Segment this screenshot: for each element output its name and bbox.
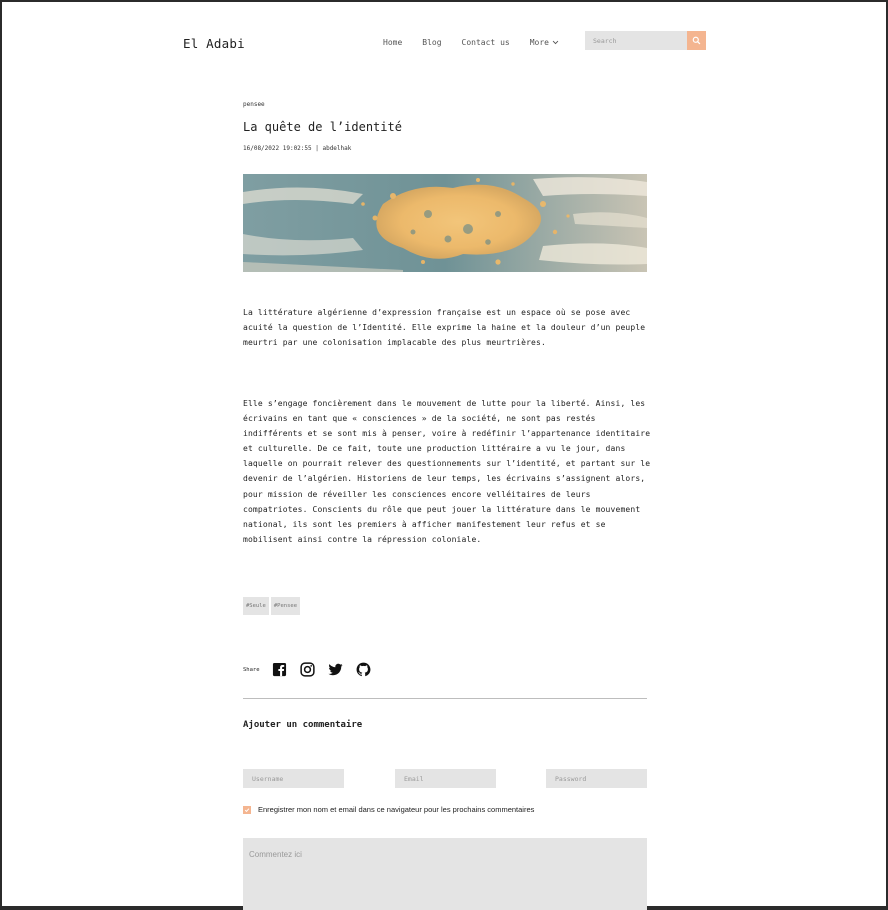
search-icon	[692, 36, 701, 45]
share-bar: Share	[243, 662, 384, 677]
tag-pensee[interactable]: #Pensee	[270, 597, 301, 615]
tag-list: #Seule #Pensee	[243, 597, 301, 615]
comment-textarea[interactable]	[243, 838, 647, 910]
nav-link-home[interactable]: Home	[383, 38, 402, 47]
article-paragraph: La littérature algérienne d’expression f…	[243, 308, 646, 348]
nav-more-dropdown[interactable]: More	[530, 38, 559, 47]
nav-more-label: More	[529, 38, 549, 47]
remember-me-checkbox[interactable]	[243, 805, 251, 814]
navbar: El Adabi Home Blog Contact us More	[2, 2, 886, 84]
section-divider	[243, 698, 647, 699]
article-category[interactable]: pensee	[243, 101, 265, 108]
comment-heading: Ajouter un commentaire	[243, 720, 363, 730]
nav-link-blog[interactable]: Blog	[422, 38, 441, 47]
share-label: Share	[243, 666, 260, 673]
article-meta: 16/08/2022 19:02:55 | abdelhak	[243, 145, 352, 152]
username-field[interactable]	[243, 769, 344, 788]
article-hero-image	[243, 174, 647, 272]
search-input[interactable]	[585, 31, 687, 50]
email-field[interactable]	[395, 769, 496, 788]
instagram-icon[interactable]	[299, 662, 315, 677]
brand-logo[interactable]: El Adabi	[183, 36, 245, 51]
search-box	[585, 31, 706, 50]
search-button[interactable]	[687, 31, 706, 50]
twitter-icon[interactable]	[328, 662, 343, 677]
nav-links: Home Blog Contact us More	[383, 38, 579, 47]
facebook-icon[interactable]	[272, 662, 287, 677]
password-field[interactable]	[546, 769, 647, 788]
remember-me-label: Enregistrer mon nom et email dans ce nav…	[258, 805, 535, 814]
article-title: La quête de l’identité	[243, 120, 402, 134]
remember-me-row: Enregistrer mon nom et email dans ce nav…	[243, 805, 534, 814]
nav-link-contact[interactable]: Contact us	[462, 38, 510, 47]
article-paragraph: Elle s’engage foncièrement dans le mouve…	[243, 399, 651, 544]
checkmark-icon	[244, 807, 250, 812]
github-icon[interactable]	[356, 662, 371, 677]
chevron-down-icon	[552, 40, 559, 45]
tag-seule[interactable]: #Seule	[243, 597, 269, 615]
